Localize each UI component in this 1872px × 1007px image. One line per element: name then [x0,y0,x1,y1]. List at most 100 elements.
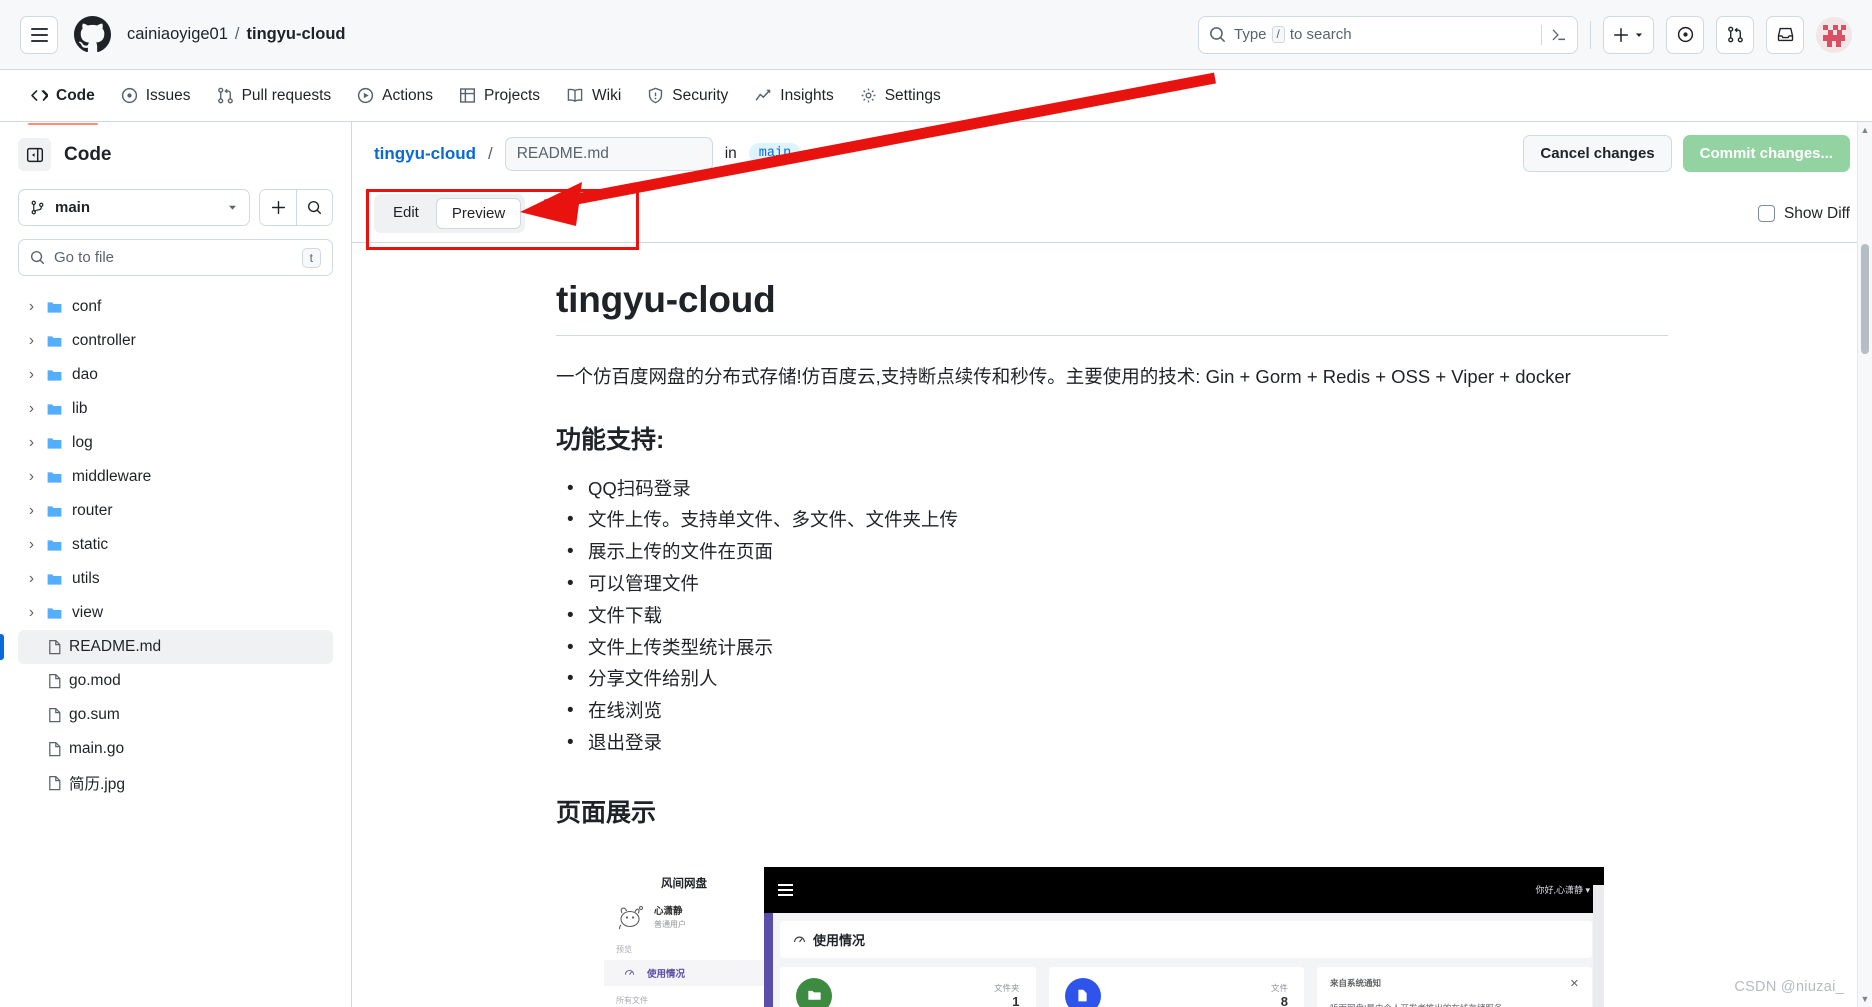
tree-item-label: conf [72,298,102,315]
tree-folder-conf[interactable]: › conf [18,290,333,324]
go-to-file-shortcut: t [301,247,321,268]
tab-pull-requests-label: Pull requests [241,86,332,104]
checkbox-box [1757,205,1775,222]
tree-file-readme[interactable]: README.md [0,630,333,664]
folder-icon [47,369,62,381]
tab-preview[interactable]: Preview [435,198,522,229]
hamburger-icon[interactable] [20,15,58,54]
body-split: Code main Go to file t › conf › controll… [0,122,1872,1007]
global-header: cainiaoyige01 / tingyu-cloud Type / to s… [0,0,1872,70]
issue-opened-icon [121,87,137,104]
csdn-watermark: CSDN @niuzai_ [1734,979,1844,995]
tab-edit[interactable]: Edit [378,198,434,229]
terminal-icon[interactable] [1541,24,1567,45]
commit-changes-button[interactable]: Commit changes... [1682,135,1850,172]
dashboard-icon [624,970,635,976]
tab-wiki-label: Wiki [592,86,622,104]
folder-icon [47,607,62,619]
tree-folder-controller[interactable]: › controller [18,324,333,358]
search-files-button[interactable] [296,190,332,225]
tree-file-maingo[interactable]: main.go [18,732,333,766]
issues-button[interactable] [1666,15,1704,54]
tab-code[interactable]: Code [20,80,106,125]
breadcrumb-owner[interactable]: cainiaoyige01 [127,25,228,44]
inbox-button[interactable] [1766,15,1804,54]
tree-folder-middleware[interactable]: › middleware [18,460,333,494]
breadcrumb-repo[interactable]: tingyu-cloud [247,25,346,44]
go-to-file-input[interactable]: Go to file t [18,239,333,276]
close-icon[interactable]: ✕ [1570,977,1579,990]
folder-icon [47,471,62,483]
graph-icon [755,89,771,101]
scroll-up-arrow[interactable]: ▲ [1858,122,1872,138]
side-panel-icon[interactable] [18,138,51,171]
tree-folder-router[interactable]: › router [18,494,333,528]
app-scrollbar[interactable] [1593,884,1604,1007]
file-icon [49,673,61,689]
folder-icon [796,977,832,1007]
tab-issues-label: Issues [145,86,191,104]
search-icon [307,200,322,215]
app-sidebar: 风间网盘 心潇静 普通用户 预览 使用情况 所有文件 [604,866,764,1007]
tab-actions-label: Actions [382,86,434,104]
app-stats-row: 文件夹 1 文件 8 来自系统通知 ✕ [780,966,1592,1007]
tree-file-gomod[interactable]: go.mod [18,664,333,698]
search-ph-prefix: Type [1234,26,1267,43]
show-diff-checkbox[interactable]: Show Diff [1757,205,1850,223]
page-scrollbar[interactable]: ▲ ▼ [1857,122,1872,1007]
file-icon [1064,977,1101,1007]
create-new-button[interactable] [1603,15,1654,54]
tab-insights-label: Insights [780,86,834,104]
slash-key-hint: / [1271,26,1285,43]
github-logo-icon[interactable] [74,16,111,53]
list-item: 文件上传。支持单文件、多文件、文件夹上传 [567,504,1668,536]
hamburger-icon[interactable] [778,883,793,896]
add-file-button[interactable] [260,190,296,225]
filename-input[interactable]: README.md [504,136,713,171]
repo-nav: Code Issues Pull requests Actions Projec… [0,70,1872,125]
cancel-changes-button[interactable]: Cancel changes [1523,135,1672,172]
editor-breadcrumb-repo[interactable]: tingyu-cloud [374,144,476,164]
tree-folder-utils[interactable]: › utils [18,562,333,596]
tree-file-gosum[interactable]: go.sum [18,698,333,732]
branch-selector[interactable]: main [18,189,250,226]
tab-security[interactable]: Security [636,80,739,112]
tab-actions[interactable]: Actions [346,80,444,112]
pull-requests-button[interactable] [1716,15,1754,54]
chevron-right-icon: › [28,434,35,451]
tree-folder-view[interactable]: › view [18,596,333,630]
scroll-down-arrow[interactable]: ▼ [1858,991,1872,1007]
tab-issues[interactable]: Issues [110,80,202,112]
tree-item-label: go.mod [69,672,121,689]
tab-wiki[interactable]: Wiki [555,80,632,112]
tree-file-resume-jpg[interactable]: 简历.jpg [18,766,333,800]
tree-folder-log[interactable]: › log [18,426,333,460]
folder-icon [47,539,62,551]
app-group-files: 所有文件 [616,995,648,1005]
avatar[interactable] [1816,16,1852,53]
tab-projects[interactable]: Projects [448,80,551,112]
chevron-right-icon: › [28,570,35,587]
tab-pull-requests[interactable]: Pull requests [206,80,343,112]
tab-settings[interactable]: Settings [849,80,952,112]
search-input[interactable]: Type / to search [1198,15,1578,54]
app-notice-panel: 来自系统通知 ✕ 听雨网盘!是由个人开发者推出的在线存储服务。 用户可以轻松将自… [1317,966,1592,1007]
tree-folder-lib[interactable]: › lib [18,392,333,426]
tree-folder-dao[interactable]: › dao [18,358,333,392]
header-divider [1590,20,1591,49]
folder-icon [47,301,62,313]
folder-icon [47,573,62,585]
tab-security-label: Security [672,86,729,104]
file-icon [49,639,61,655]
app-panel-title: 使用情况 [813,932,866,948]
app-greeting[interactable]: 你好,心潇静 ▾ [1535,883,1590,896]
play-icon [358,87,374,104]
tab-insights[interactable]: Insights [743,80,844,112]
scrollbar-thumb[interactable] [1861,244,1869,354]
app-nav-usage[interactable]: 使用情况 [604,959,764,986]
tab-code-label: Code [56,86,95,104]
app-user-block: 心潇静 普通用户 [604,905,764,931]
tree-folder-static[interactable]: › static [18,528,333,562]
list-item: 展示上传的文件在页面 [567,536,1668,568]
code-icon [31,90,48,101]
